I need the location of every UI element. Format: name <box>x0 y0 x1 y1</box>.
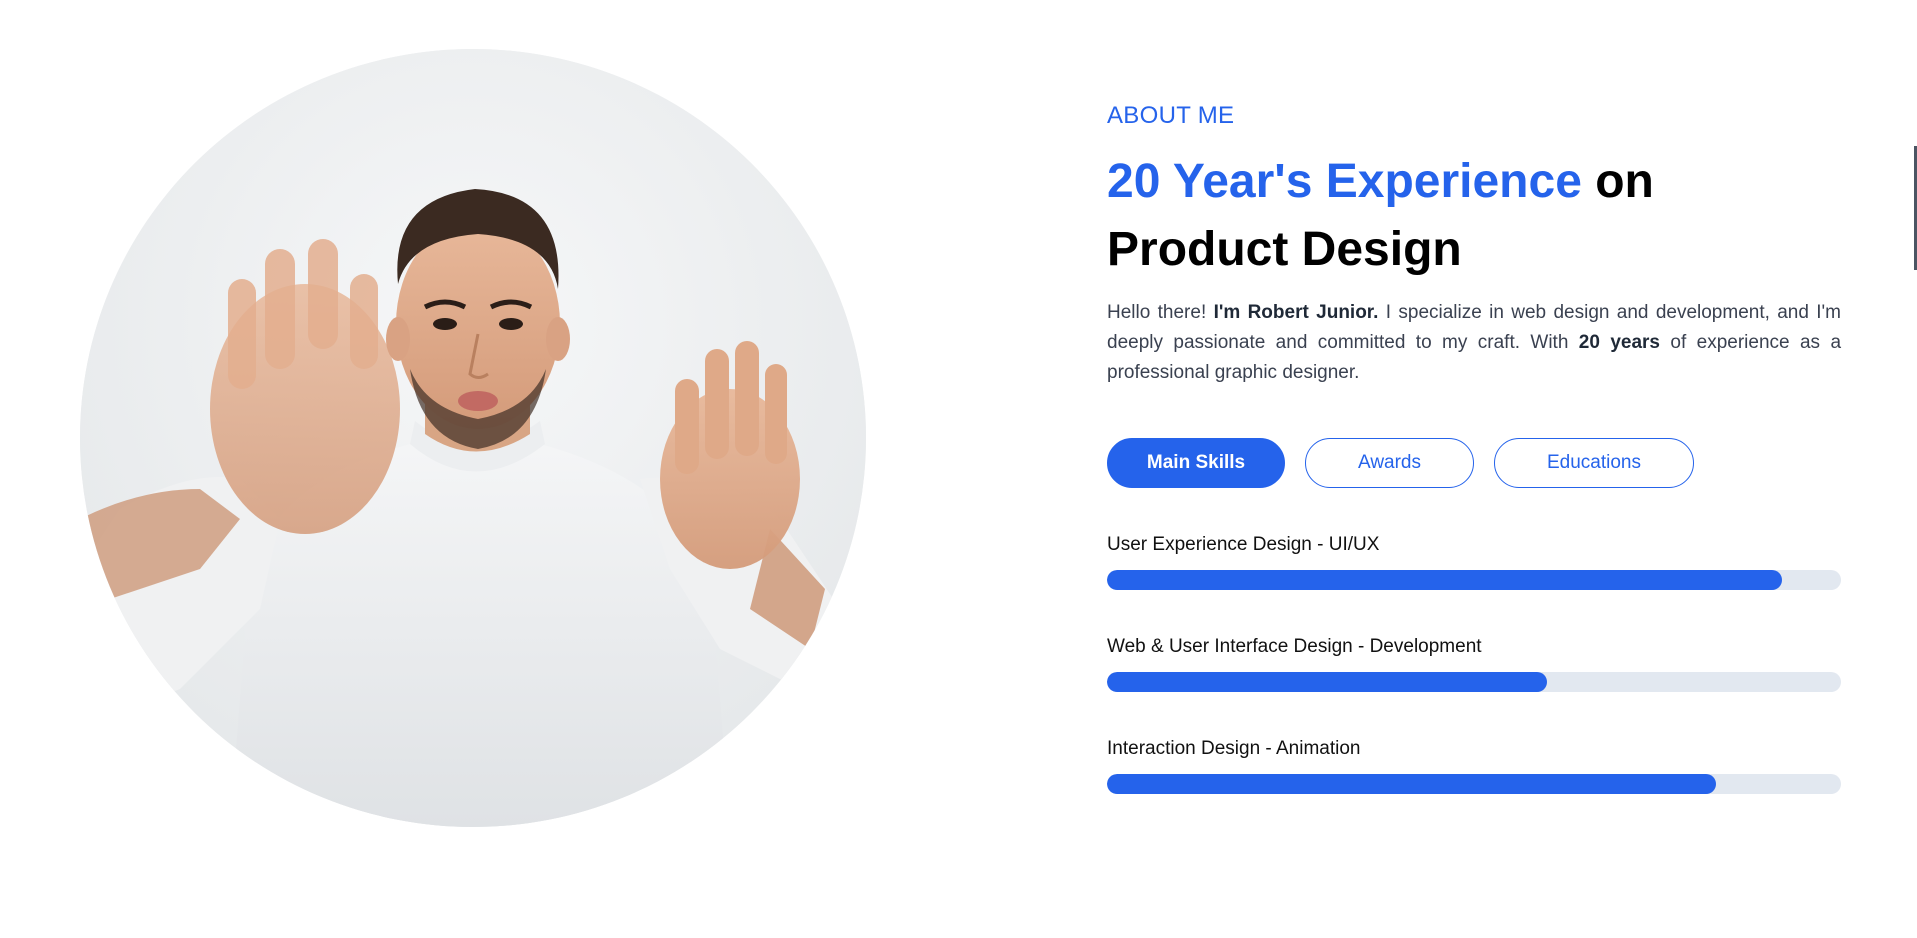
tab-main-skills[interactable]: Main Skills <box>1107 438 1285 488</box>
skill-progress-fill <box>1107 672 1548 692</box>
skill-progress-track <box>1107 570 1841 590</box>
tab-bar: Main Skills Awards Educations <box>1107 438 1841 488</box>
skill-item: User Experience Design - UI/UX <box>1107 532 1841 590</box>
skill-item: Interaction Design - Animation <box>1107 736 1841 794</box>
portrait-photo <box>80 49 866 827</box>
skill-label: Interaction Design - Animation <box>1107 738 1361 759</box>
bio-text-1: Hello there! <box>1107 302 1214 323</box>
headline-subject: Product Design <box>1107 223 1462 276</box>
skill-progress-fill <box>1107 774 1717 794</box>
tab-educations[interactable]: Educations <box>1494 438 1694 488</box>
page-title: 20 Year's Experience on Product Design <box>1107 148 1841 284</box>
headline-accent: 20 Year's Experience <box>1107 155 1582 208</box>
headline-connector: on <box>1595 155 1654 208</box>
section-eyebrow: ABOUT ME <box>1107 102 1235 129</box>
skill-label: User Experience Design - UI/UX <box>1107 534 1380 555</box>
skill-progress-fill <box>1107 570 1783 590</box>
skill-item: Web & User Interface Design - Developmen… <box>1107 634 1841 692</box>
tab-awards[interactable]: Awards <box>1305 438 1474 488</box>
skill-progress-track <box>1107 774 1841 794</box>
bio-years: 20 years <box>1578 332 1660 353</box>
bio-paragraph: Hello there! I'm Robert Junior. I specia… <box>1107 298 1841 388</box>
about-section: ABOUT ME 20 Year's Experience on Product… <box>1107 98 1841 838</box>
skill-progress-track <box>1107 672 1841 692</box>
skills-list: User Experience Design - UI/UX Web & Use… <box>1107 532 1841 794</box>
skill-label: Web & User Interface Design - Developmen… <box>1107 636 1482 657</box>
bio-name: I'm Robert Junior. <box>1213 302 1379 323</box>
